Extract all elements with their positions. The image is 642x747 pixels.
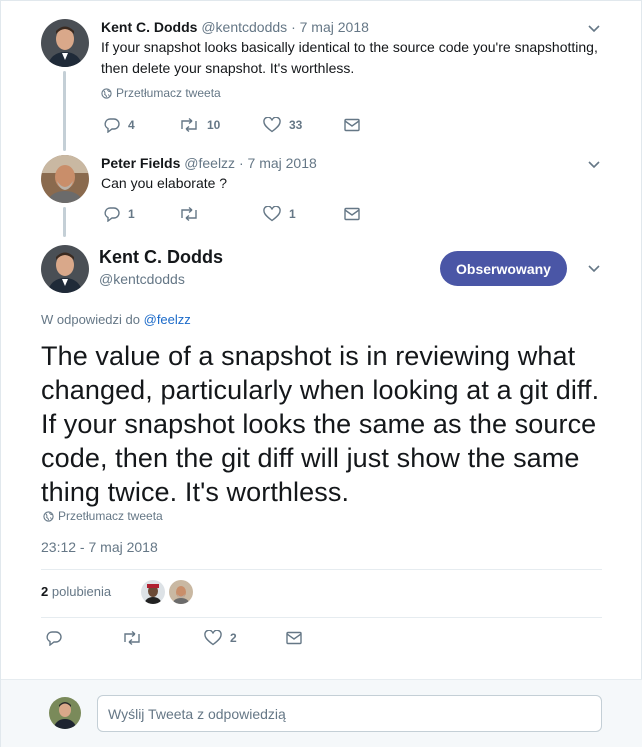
message-button[interactable] <box>286 631 302 645</box>
reply-handle-link[interactable]: @feelzz <box>144 312 191 327</box>
author-name[interactable]: Peter Fields <box>101 155 180 171</box>
avatar-peter[interactable] <box>41 155 89 203</box>
retweet-icon <box>181 117 197 133</box>
heart-icon <box>204 630 222 646</box>
liker-avatar[interactable] <box>141 580 165 604</box>
likes-summary[interactable]: 2 polubienia <box>41 584 111 599</box>
avatar-kent[interactable] <box>41 19 89 67</box>
reply-icon <box>104 207 120 222</box>
tweet-date[interactable]: 7 maj 2018 <box>300 19 369 35</box>
liker-avatar[interactable] <box>169 580 193 604</box>
reply-count: 4 <box>128 118 135 132</box>
like-count: 2 <box>230 631 237 645</box>
current-user-avatar[interactable] <box>49 697 81 729</box>
likes-count: 2 <box>41 584 49 599</box>
tweet-actions: 2 <box>46 630 302 646</box>
chevron-down-icon[interactable] <box>586 21 602 37</box>
message-button[interactable] <box>344 207 360 221</box>
reply-composer: Wyślij Tweeta z odpowiedzią <box>1 679 642 747</box>
following-button[interactable]: Obserwowany <box>440 251 567 286</box>
heart-icon <box>263 206 281 222</box>
envelope-icon <box>286 631 302 645</box>
reply-input-placeholder: Wyślij Tweeta z odpowiedzią <box>108 705 286 722</box>
thread-line <box>63 71 66 151</box>
reply-button[interactable]: 4 <box>104 117 179 133</box>
tweet-actions: 4 10 33 <box>104 117 360 133</box>
message-button[interactable] <box>344 118 360 132</box>
separator: · <box>291 19 296 35</box>
globe-icon <box>101 87 112 99</box>
envelope-icon <box>344 207 360 221</box>
reply-icon <box>46 631 62 646</box>
retweet-button[interactable] <box>122 630 204 646</box>
tweet-date[interactable]: 7 maj 2018 <box>248 155 317 171</box>
reply-prefix: W odpowiedzi do <box>41 312 140 327</box>
retweet-icon <box>124 630 140 646</box>
retweet-button[interactable] <box>179 206 263 222</box>
divider <box>41 569 602 570</box>
reply-input[interactable]: Wyślij Tweeta z odpowiedzią <box>97 695 602 732</box>
reply-button[interactable] <box>46 630 122 646</box>
retweet-count: 10 <box>207 118 221 132</box>
chevron-down-icon[interactable] <box>586 157 602 173</box>
author-name[interactable]: Kent C. Dodds <box>101 19 197 35</box>
likes-label: polubienia <box>51 584 112 599</box>
author-handle[interactable]: @feelzz <box>184 155 235 171</box>
reply-context: W odpowiedzi do @feelzz <box>41 312 191 327</box>
reply-button[interactable]: 1 <box>104 206 179 222</box>
globe-icon <box>43 510 54 522</box>
translate-link[interactable]: Przetłumacz tweeta <box>101 86 221 100</box>
like-button[interactable]: 2 <box>204 630 286 646</box>
envelope-icon <box>344 118 360 132</box>
tweet-actions: 1 1 <box>104 206 360 222</box>
tweet-header: Peter Fields @feelzz · 7 maj 2018 <box>101 155 317 171</box>
reply-icon <box>104 118 120 133</box>
like-button[interactable]: 1 <box>263 206 344 222</box>
main-tweet-text: The value of a snapshot is in reviewing … <box>41 341 600 507</box>
like-button[interactable]: 33 <box>263 117 344 133</box>
chevron-down-icon[interactable] <box>586 261 602 277</box>
tweet-text: If your snapshot looks basically identic… <box>101 39 598 76</box>
translate-link[interactable]: Przetłumacz tweeta <box>43 509 163 523</box>
translate-label: Przetłumacz tweeta <box>116 86 221 100</box>
author-handle[interactable]: @kentcdodds <box>201 19 287 35</box>
heart-icon <box>263 117 281 133</box>
tweet-timestamp[interactable]: 23:12 - 7 maj 2018 <box>41 539 158 555</box>
like-count: 33 <box>289 118 303 132</box>
author-handle[interactable]: @kentcdodds <box>99 271 185 287</box>
thread-line <box>63 207 66 237</box>
avatar-kent-main[interactable] <box>41 245 89 293</box>
author-name[interactable]: Kent C. Dodds <box>99 247 223 268</box>
divider <box>41 617 602 618</box>
reply-count: 1 <box>128 207 135 221</box>
tweet-text: Can you elaborate ? <box>101 175 228 191</box>
tweet-permalink: Kent C. Dodds @kentcdodds · 7 maj 2018 I… <box>0 0 642 747</box>
retweet-button[interactable]: 10 <box>179 117 263 133</box>
retweet-icon <box>181 206 197 222</box>
tweet-header: Kent C. Dodds @kentcdodds · 7 maj 2018 <box>101 19 369 35</box>
like-count: 1 <box>289 207 296 221</box>
translate-label: Przetłumacz tweeta <box>58 509 163 523</box>
separator: · <box>238 155 244 171</box>
